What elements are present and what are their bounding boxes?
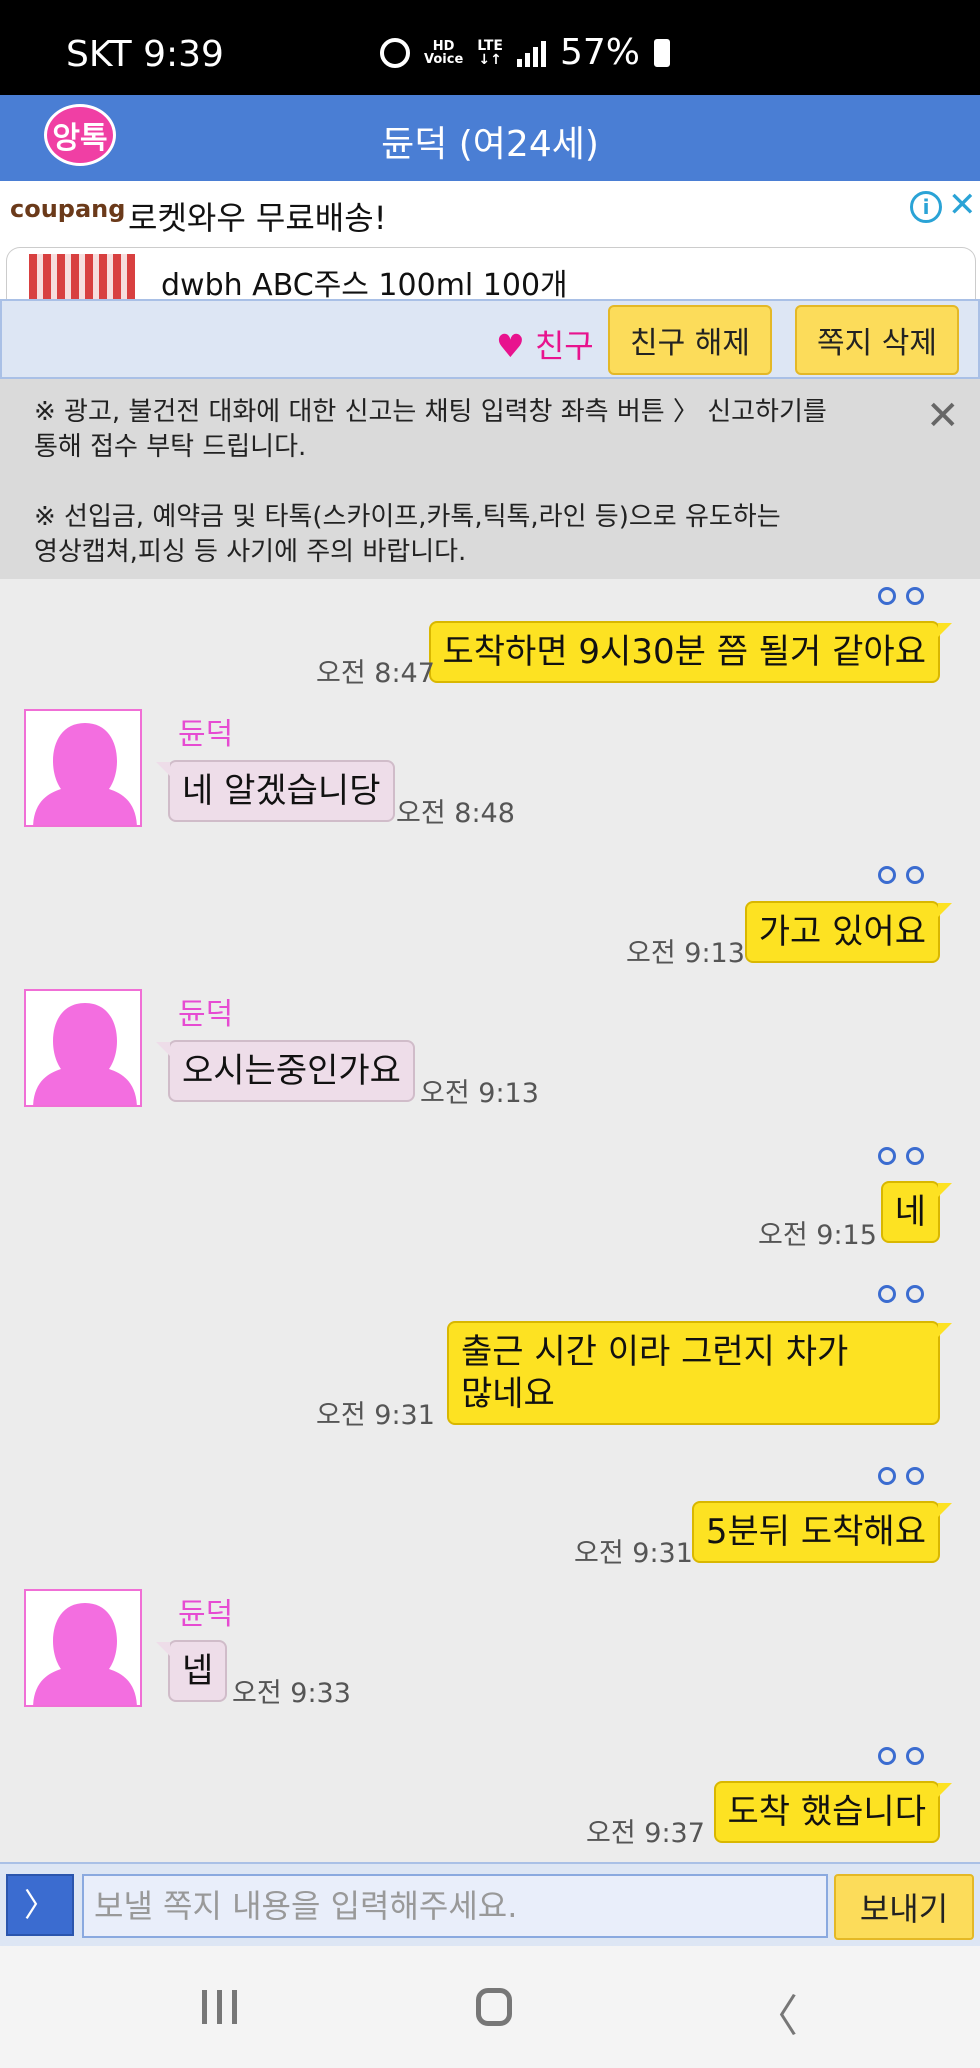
ad-banner[interactable]: coupang 로켓와우 무료배송! i ✕ dwbh ABC주스 100ml … [0,181,980,303]
message-bubble-incoming[interactable]: 오시는중인가요 [156,1040,415,1102]
message-time: 오전 9:31 [316,1400,435,1431]
read-receipt-icon [878,1467,928,1485]
unfriend-button[interactable]: 친구 해제 [608,305,772,375]
message-input[interactable] [82,1874,828,1938]
read-receipt-icon [878,866,928,884]
close-icon[interactable]: ✕ [926,393,960,439]
message-time: 오전 8:48 [396,798,515,829]
sender-name: 듄덕 [178,1597,234,1632]
hd-voice-icon: HD Voice [424,40,463,66]
sender-name: 듄덕 [178,717,234,752]
read-receipt-icon [878,1285,928,1303]
message-bubble-incoming[interactable]: 네 알겠습니당 [156,760,395,822]
alarm-icon [380,37,410,68]
ad-brand: coupang [10,195,126,223]
read-receipt-icon [878,587,928,605]
message-bubble-outgoing[interactable]: 네 [880,1181,953,1243]
notice-panel: ※ 광고, 불건전 대화에 대한 신고는 채팅 입력창 좌측 버튼 〉 신고하기… [0,379,980,579]
back-icon[interactable]: 〈 [754,1980,798,2044]
signal-icon [516,39,546,67]
message-input-bar: 〉 보내기 [0,1862,980,1946]
friend-status: ♥ 친구 [496,327,594,365]
hd-label: HD [432,38,455,54]
ad-info-icon[interactable]: i [910,191,942,223]
message-time: 오전 9:13 [626,938,745,969]
message-time: 오전 9:37 [586,1818,705,1849]
read-receipt-icon [878,1147,928,1165]
status-bar: SKT 9:39 HD Voice LTE ↓↑ 57% [0,0,980,95]
battery-icon [654,38,670,67]
message-time: 오전 9:15 [758,1220,877,1251]
recent-apps-icon[interactable] [202,1990,237,2024]
ad-close-icon[interactable]: ✕ [948,185,977,225]
avatar[interactable] [24,709,142,827]
message-time: 오전 9:33 [232,1678,351,1709]
notice-text: ※ 광고, 불건전 대화에 대한 신고는 채팅 입력창 좌측 버튼 〉 신고하기… [34,397,827,567]
message-time: 오전 9:13 [420,1078,539,1109]
lte-label: LTE [477,37,503,54]
report-menu-button[interactable]: 〉 [6,1874,74,1936]
send-button[interactable]: 보내기 [834,1874,974,1940]
avatar[interactable] [24,989,142,1107]
delete-message-button[interactable]: 쪽지 삭제 [795,305,959,375]
message-time: 오전 8:47 [316,658,435,689]
navigation-bar: 〈 [0,1946,980,2068]
voice-label: Voice [424,51,464,67]
message-bubble-outgoing[interactable]: 도착하면 9시30분 쯤 될거 같아요 [428,621,952,683]
ad-product-thumbnail [29,254,135,300]
home-icon[interactable] [476,1988,512,2026]
carrier-time: SKT 9:39 [66,34,224,75]
sender-name: 듄덕 [178,997,234,1032]
chat-title: 듄덕 (여24세) [381,124,599,165]
ad-headline[interactable]: 로켓와우 무료배송! [128,193,387,239]
battery-percent: 57% [559,32,640,73]
chat-area[interactable]: 도착하면 9시30분 쯤 될거 같아요 오전 8:47 듄덕 네 알겠습니당 오… [0,579,980,1862]
message-bubble-outgoing[interactable]: 5분뒤 도착해요 [691,1501,953,1563]
ad-product-name: dwbh ABC주스 100ml 100개 [161,268,568,303]
ad-product[interactable]: dwbh ABC주스 100ml 100개 [6,247,976,303]
message-bubble-outgoing[interactable]: 출근 시간 이라 그런지 차가 많네요 [447,1321,952,1425]
message-bubble-incoming[interactable]: 넵 [155,1640,228,1702]
app-header: 앙톡 듄덕 (여24세) [0,95,980,181]
message-bubble-outgoing[interactable]: 도착 했습니다 [713,1781,952,1843]
message-time: 오전 9:31 [574,1538,693,1569]
read-receipt-icon [878,1747,928,1765]
lte-icon: LTE ↓↑ [477,37,503,68]
message-bubble-outgoing[interactable]: 가고 있어요 [744,901,953,963]
status-icons: HD Voice LTE ↓↑ 57% [380,32,670,73]
avatar[interactable] [24,1589,142,1707]
action-bar: ♥ 친구 친구 해제 쪽지 삭제 [0,299,980,379]
